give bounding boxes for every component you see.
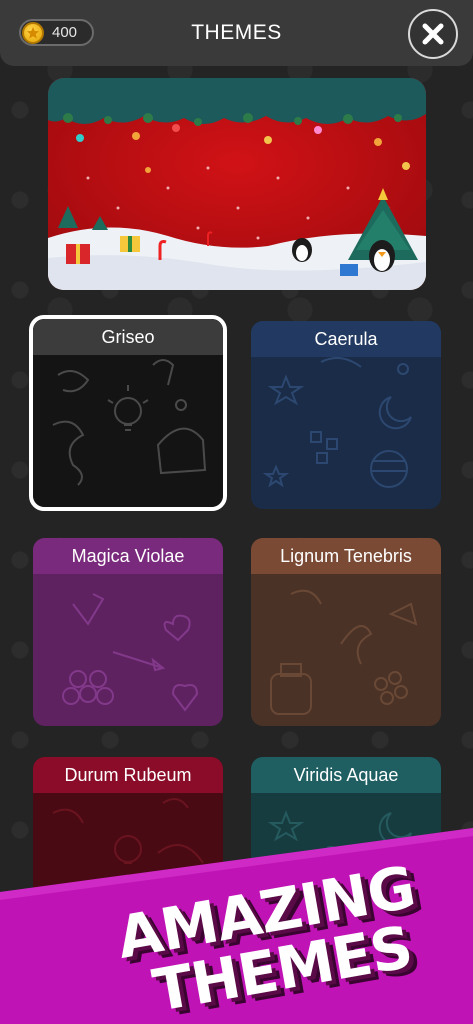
christmas-preview-image — [48, 78, 426, 290]
theme-name: Magica Violae — [33, 538, 223, 574]
theme-name: Griseo — [33, 319, 223, 355]
header-bar: 400 THEMES — [0, 0, 473, 66]
theme-name: Lignum Tenebris — [251, 538, 441, 574]
close-icon — [422, 23, 444, 45]
theme-name: Durum Rubeum — [33, 757, 223, 793]
theme-name: Caerula — [251, 321, 441, 357]
doodle-icons — [262, 357, 412, 488]
doodle-icons — [52, 359, 207, 486]
page-title: THEMES — [191, 21, 282, 44]
theme-card-lignum-tenebris[interactable]: Lignum Tenebris — [251, 538, 441, 726]
doodle-icons — [270, 589, 418, 715]
theme-name: Viridis Aquae — [251, 757, 441, 793]
theme-card-magica-violae[interactable]: Magica Violae — [33, 538, 223, 726]
theme-card-griseo[interactable]: Griseo — [33, 319, 223, 507]
doodle-icons — [62, 593, 199, 712]
theme-card-caerula[interactable]: Caerula — [251, 321, 441, 509]
close-button[interactable] — [408, 9, 458, 59]
theme-preview — [48, 78, 426, 290]
